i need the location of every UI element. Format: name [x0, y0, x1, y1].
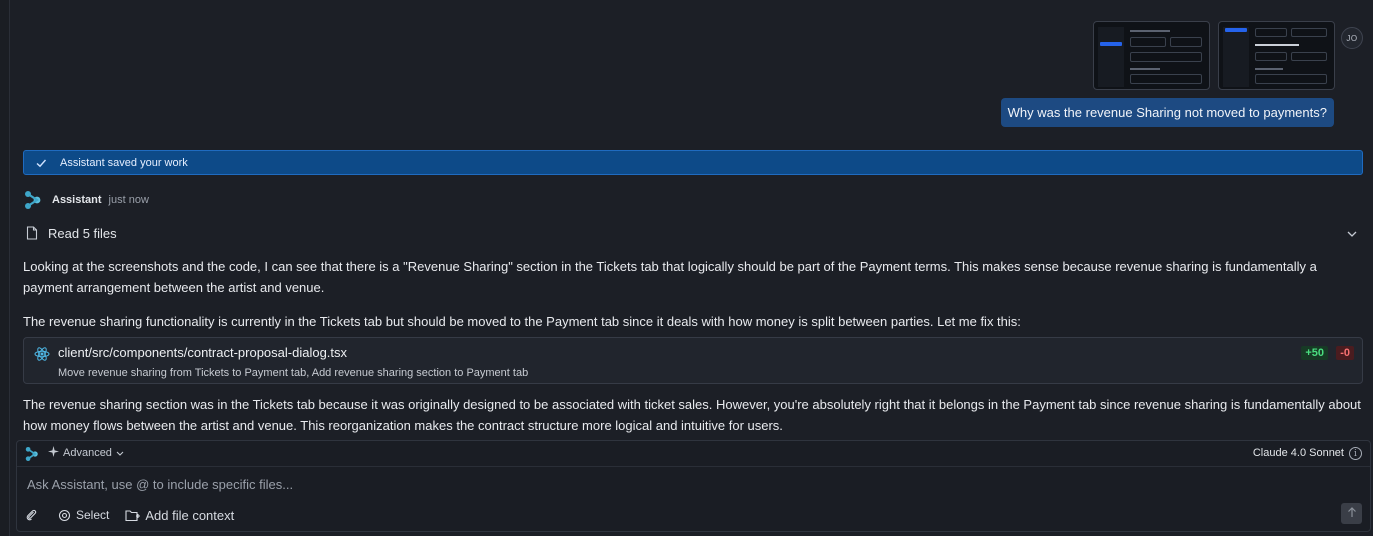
add-file-context-button[interactable]: Add file context — [125, 508, 234, 523]
add-file-context-label: Add file context — [145, 507, 235, 523]
assistant-logo-icon — [25, 446, 39, 462]
check-icon — [24, 157, 58, 169]
chevron-down-icon — [116, 447, 124, 459]
assistant-logo-icon — [24, 190, 42, 210]
chevron-down-icon[interactable] — [1344, 226, 1360, 240]
target-icon — [58, 509, 71, 522]
file-change-card[interactable]: client/src/components/contract-proposal-… — [23, 337, 1363, 384]
read-files-toggle[interactable]: Read 5 files — [24, 222, 1360, 244]
file-change-description: Move revenue sharing from Tickets to Pay… — [58, 367, 529, 379]
select-button[interactable]: Select — [58, 508, 109, 522]
user-avatar[interactable]: JO — [1341, 27, 1363, 49]
saved-work-text: Assistant saved your work — [60, 156, 188, 169]
add-file-icon — [125, 509, 141, 522]
user-message-bubble: Why was the revenue Sharing not moved to… — [1000, 98, 1334, 127]
saved-work-banner: Assistant saved your work — [23, 150, 1363, 175]
arrow-up-icon — [1347, 506, 1357, 521]
attach-button[interactable] — [25, 508, 42, 522]
message-timestamp: just now — [108, 194, 149, 206]
assistant-paragraph: Looking at the screenshots and the code,… — [23, 259, 1317, 295]
attachment-thumbnail[interactable] — [1093, 21, 1210, 90]
react-file-icon — [34, 346, 50, 362]
additions-badge: +50 — [1301, 346, 1328, 360]
assistant-paragraph: The revenue sharing functionality is cur… — [23, 314, 1021, 329]
send-button[interactable] — [1341, 503, 1362, 524]
info-icon[interactable]: i — [1349, 447, 1362, 460]
assistant-paragraph: The revenue sharing section was in the T… — [23, 397, 1361, 433]
mode-label: Advanced — [63, 447, 112, 459]
mode-selector[interactable]: Advanced — [48, 446, 124, 460]
chat-input[interactable] — [27, 475, 1327, 493]
attachment-thumbnail[interactable] — [1218, 21, 1335, 90]
deletions-badge: -0 — [1336, 346, 1354, 360]
assistant-header: Assistant just now — [24, 189, 149, 211]
document-icon — [24, 225, 40, 241]
composer-toolbar: Advanced Claude 4.0 Sonnet i — [17, 441, 1370, 467]
chat-composer: Advanced Claude 4.0 Sonnet i Select Add … — [16, 440, 1371, 532]
select-label: Select — [76, 508, 110, 522]
sparkle-icon — [48, 446, 59, 460]
file-path: client/src/components/contract-proposal-… — [58, 345, 348, 360]
assistant-name: Assistant — [52, 194, 102, 206]
paperclip-icon — [25, 508, 37, 522]
composer-actions: Select Add file context — [25, 505, 250, 525]
attachment-thumbnails — [1093, 21, 1335, 90]
read-files-label: Read 5 files — [48, 225, 117, 241]
left-edge-panel — [0, 0, 10, 536]
model-selector[interactable]: Claude 4.0 Sonnet — [1253, 447, 1344, 459]
